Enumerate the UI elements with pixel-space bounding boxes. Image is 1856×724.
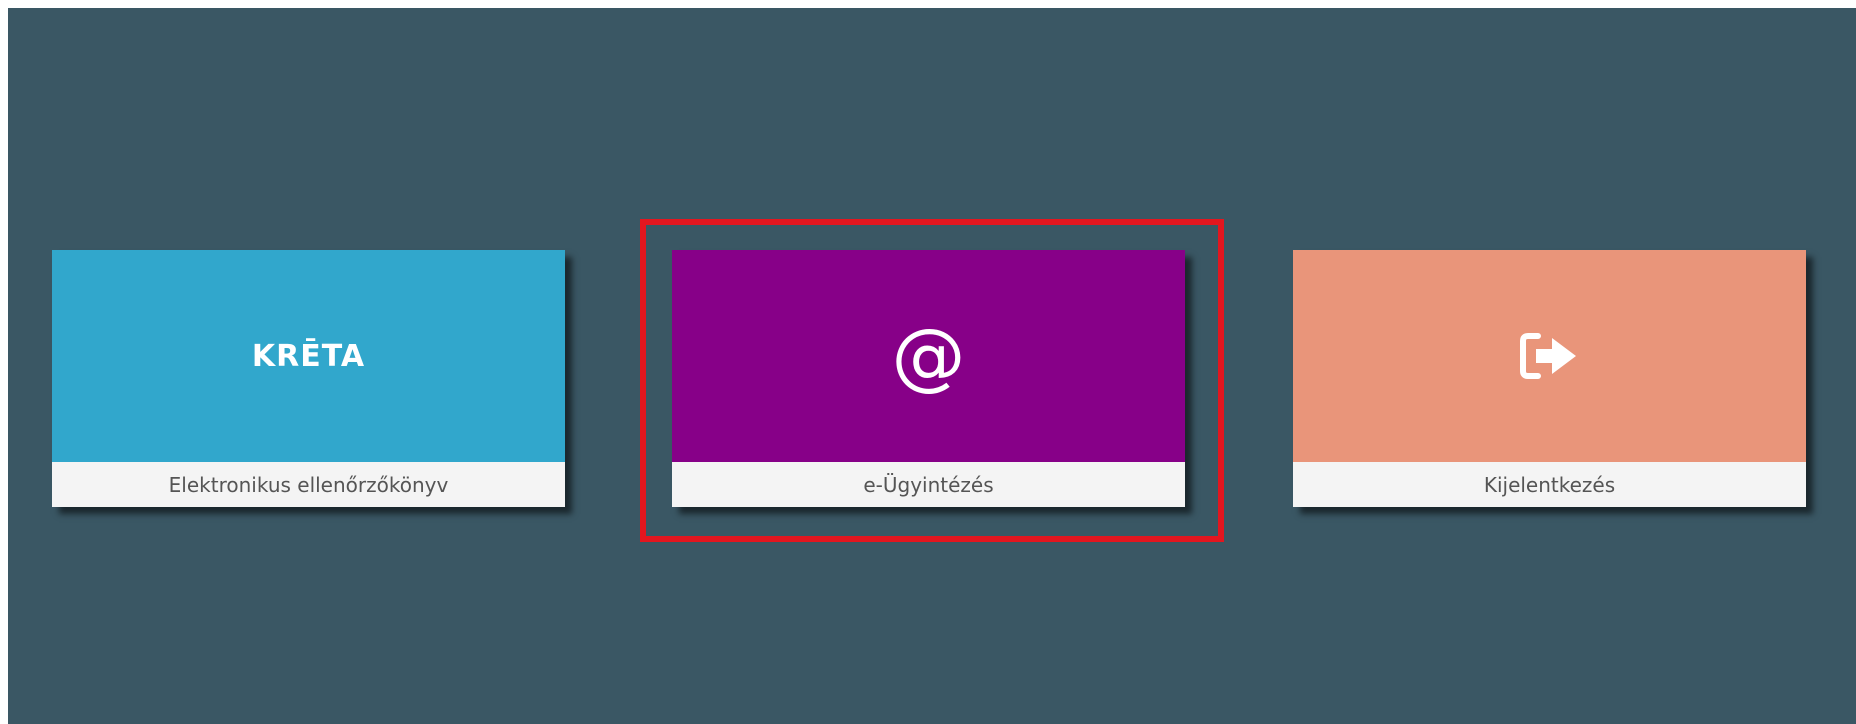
tile-elektronikus-ellenorzokonyv[interactable]: KRĒTA Elektronikus ellenőrzőkönyv: [52, 250, 565, 507]
tile-label: Kijelentkezés: [1293, 462, 1806, 507]
tile-label: e-Ügyintézés: [672, 462, 1185, 507]
tile-icon-area: [1293, 250, 1806, 462]
tile-icon-area: @: [672, 250, 1185, 462]
tile-kijelentkezes[interactable]: Kijelentkezés: [1293, 250, 1806, 507]
at-sign-icon: @: [891, 313, 966, 399]
tile-icon-area: KRĒTA: [52, 250, 565, 462]
kreta-logo: KRĒTA: [251, 338, 366, 374]
sign-out-icon: [1519, 333, 1576, 379]
tile-e-ugyintezes[interactable]: @ e-Ügyintézés: [672, 250, 1185, 507]
tile-label: Elektronikus ellenőrzőkönyv: [52, 462, 565, 507]
